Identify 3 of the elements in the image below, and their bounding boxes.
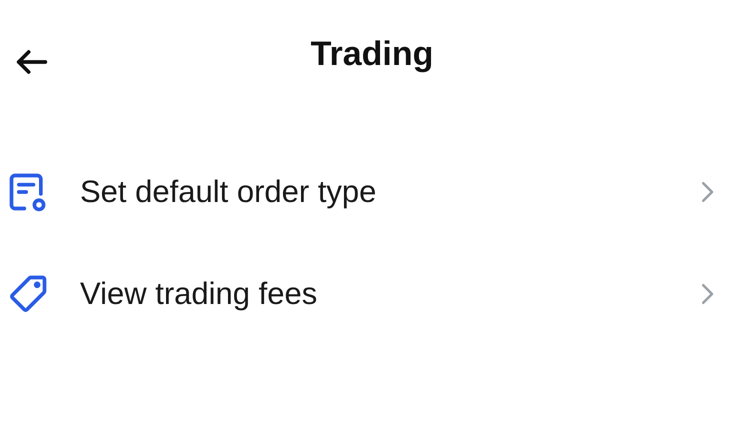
page-title: Trading [310, 34, 434, 74]
item-label: View trading fees [80, 274, 318, 313]
item-label: Set default order type [80, 172, 378, 211]
